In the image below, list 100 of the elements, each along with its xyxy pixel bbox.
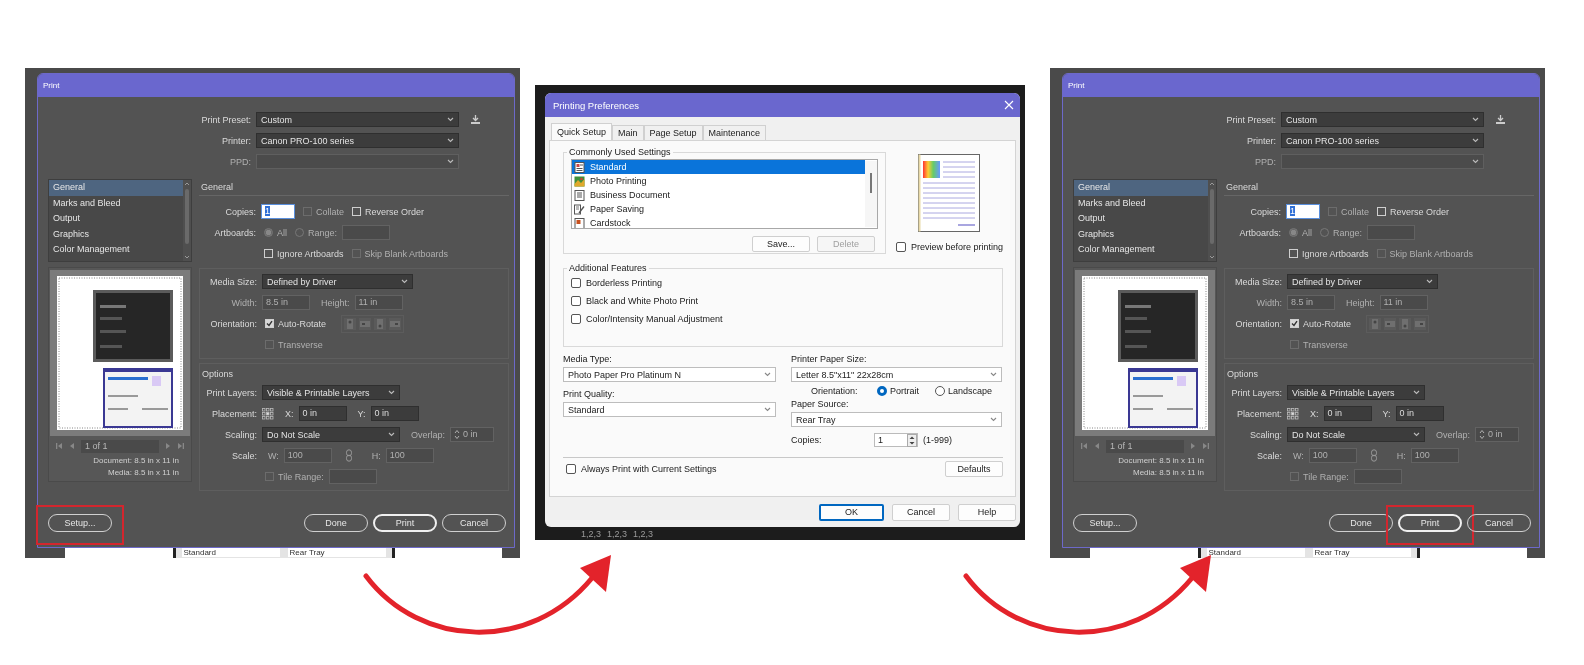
caret-icon	[447, 159, 454, 164]
download-icon[interactable]	[1495, 114, 1506, 125]
list-item[interactable]: Standard	[572, 160, 865, 174]
chain-link-icon[interactable]	[344, 449, 353, 462]
group-title: Additional Features	[568, 263, 648, 273]
spinner-arrows-icon[interactable]	[907, 433, 917, 447]
category-item[interactable]: Color Management	[1074, 242, 1208, 258]
caret-icon	[1426, 279, 1433, 284]
next-page-icon[interactable]	[1190, 442, 1196, 450]
last-page-icon[interactable]	[177, 442, 185, 450]
dropdown[interactable]: Custom	[1281, 112, 1484, 127]
text-field[interactable]: 0 in	[1395, 406, 1444, 421]
field-label: Orientation:	[811, 385, 859, 396]
tab[interactable]: Main	[612, 125, 644, 140]
category-item[interactable]: Color Management	[49, 242, 183, 258]
caret-icon	[1472, 138, 1479, 143]
tab[interactable]: Page Setup	[643, 125, 703, 140]
spinner-field[interactable]: 1	[874, 433, 918, 447]
category-item[interactable]: Marks and Bleed	[1074, 195, 1208, 211]
document-icon	[574, 203, 585, 215]
field-label: Media Size:	[208, 276, 257, 287]
close-icon[interactable]	[1004, 100, 1014, 110]
dropdown[interactable]: Custom	[256, 112, 459, 127]
checkbox[interactable]	[566, 464, 576, 474]
caret-icon	[447, 117, 454, 122]
category-item[interactable]: General	[49, 180, 183, 196]
category-item[interactable]: General	[1074, 180, 1208, 196]
text-field[interactable]: 0 in	[370, 406, 419, 421]
dropdown[interactable]: Standard	[563, 402, 776, 417]
category-item[interactable]: Graphics	[49, 226, 183, 242]
category-item[interactable]: Output	[49, 211, 183, 227]
radio-button[interactable]	[935, 385, 945, 396]
button[interactable]: OK	[819, 503, 884, 521]
radio-button[interactable]	[877, 385, 887, 396]
field-label: Copies:	[791, 435, 823, 445]
dropdown[interactable]: Defined by Driver	[1287, 274, 1438, 289]
page-field[interactable]: 1 of 1	[81, 439, 159, 453]
button[interactable]: Help	[958, 503, 1016, 521]
download-icon[interactable]	[470, 114, 481, 125]
caret-icon	[990, 417, 997, 422]
category-item[interactable]: Graphics	[1074, 226, 1208, 242]
checkbox[interactable]	[1290, 319, 1299, 328]
dropdown[interactable]: Defined by Driver	[262, 274, 413, 289]
dropdown[interactable]: Do Not Scale	[1287, 427, 1425, 442]
list-item[interactable]: Business Document	[572, 188, 865, 202]
checkbox-label: Ignore Artboards	[277, 248, 344, 259]
previous-page-icon[interactable]	[69, 442, 75, 450]
dropdown[interactable]: Canon PRO-100 series	[256, 133, 459, 148]
checkbox[interactable]	[571, 314, 581, 324]
chain-link-icon[interactable]	[1369, 449, 1378, 462]
next-page-icon[interactable]	[165, 442, 171, 450]
checkbox[interactable]	[571, 296, 581, 306]
text-field[interactable]: 0 in	[298, 406, 347, 421]
list-item[interactable]: Cardstock	[572, 216, 865, 228]
text-field[interactable]: 1	[261, 204, 295, 219]
field-label: Overlap:	[1436, 429, 1470, 440]
field-label: W:	[268, 450, 279, 461]
caret-icon	[388, 432, 395, 437]
button[interactable]: Save...	[751, 236, 810, 252]
category-item[interactable]: Marks and Bleed	[49, 195, 183, 211]
tab[interactable]: Quick Setup	[551, 123, 613, 140]
dropdown[interactable]: Letter 8.5"x11" 22x28cm	[791, 367, 1002, 382]
previous-page-icon[interactable]	[1094, 442, 1100, 450]
dropdown[interactable]: Canon PRO-100 series	[1281, 133, 1484, 148]
last-page-icon[interactable]	[1202, 442, 1210, 450]
scrollbar[interactable]	[1208, 180, 1216, 261]
scrollbar[interactable]	[183, 180, 191, 261]
page-field[interactable]: 1 of 1	[1106, 439, 1184, 453]
placement-grid-icon[interactable]	[262, 407, 274, 420]
field-label: H:	[371, 450, 381, 461]
first-page-icon[interactable]	[55, 442, 63, 450]
text-field[interactable]: 1	[1286, 204, 1320, 219]
dropdown[interactable]: Rear Tray	[791, 412, 1002, 427]
button[interactable]: Print	[1398, 514, 1462, 532]
first-page-icon[interactable]	[1080, 442, 1088, 450]
checkbox[interactable]	[895, 242, 906, 252]
list-item[interactable]: Paper Saving	[572, 202, 865, 216]
field-label: Print Layers:	[205, 387, 257, 398]
list-item[interactable]: Photo Printing	[572, 174, 865, 188]
checkbox[interactable]	[265, 319, 274, 328]
dropdown[interactable]: Visible & Printable Layers	[1287, 385, 1425, 400]
checkbox[interactable]	[571, 278, 581, 288]
scrollbar[interactable]	[864, 161, 877, 227]
text-field[interactable]: 0 in	[1323, 406, 1372, 421]
checkbox-label: Auto-Rotate	[278, 318, 327, 329]
button[interactable]: Defaults	[945, 461, 1003, 477]
category-item[interactable]: Output	[1074, 211, 1208, 227]
button[interactable]: Print	[373, 514, 437, 532]
checkbox-label: Skip Blank Artboards	[364, 248, 449, 259]
dropdown[interactable]: Visible & Printable Layers	[262, 385, 400, 400]
section-heading: General	[201, 182, 234, 192]
dropdown[interactable]: Photo Paper Pro Platinum N	[563, 367, 776, 382]
tab[interactable]: Maintenance	[702, 125, 767, 140]
caret-icon	[447, 138, 454, 143]
button[interactable]: Cancel	[892, 503, 950, 521]
dropdown[interactable]: Do Not Scale	[262, 427, 400, 442]
placement-grid-icon[interactable]	[1287, 407, 1299, 420]
backdrop-text: Standard	[1206, 548, 1305, 557]
field-label: Paper Source:	[791, 399, 850, 409]
radio-label: All	[277, 227, 287, 238]
